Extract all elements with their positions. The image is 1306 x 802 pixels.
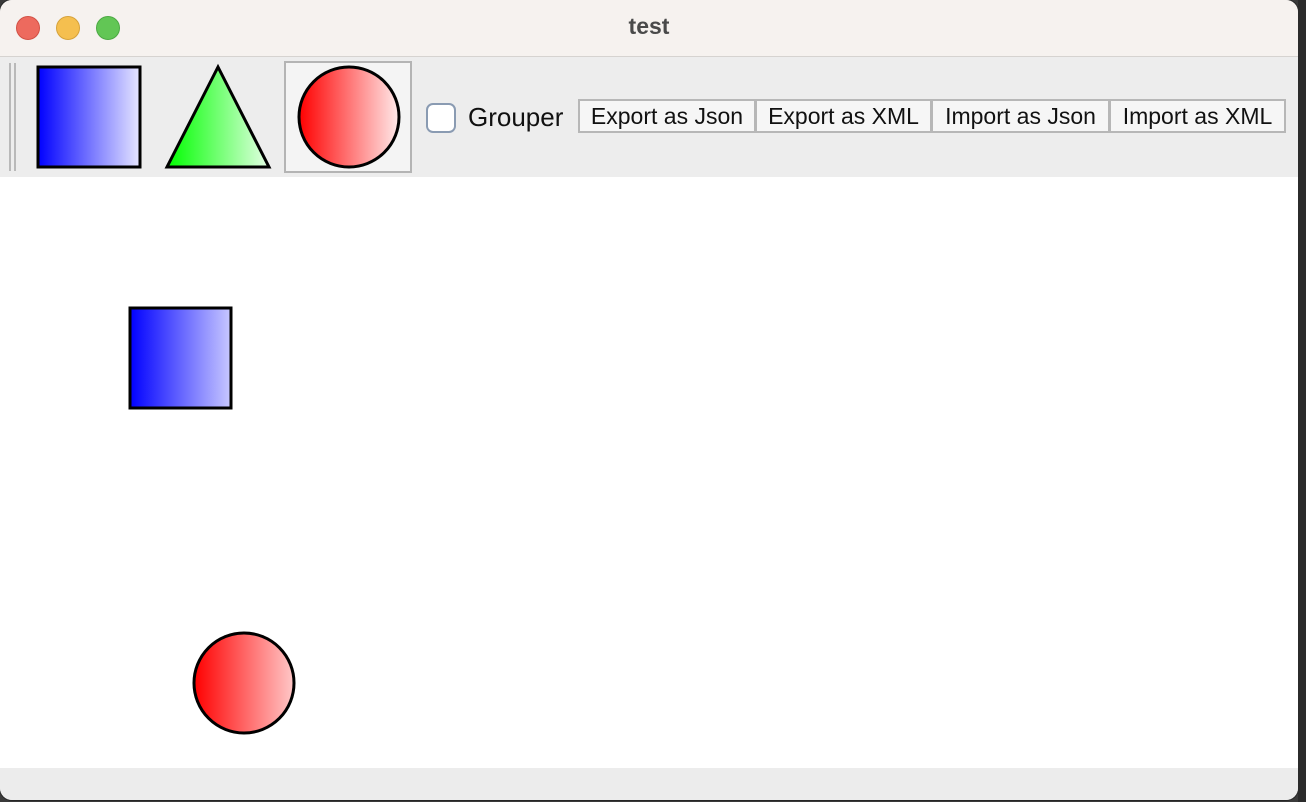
grouper-label: Grouper bbox=[468, 102, 564, 132]
background-window-edge bbox=[1298, 0, 1306, 802]
canvas-circle-shape[interactable] bbox=[192, 631, 296, 735]
import-xml-button[interactable]: Import as XML bbox=[1109, 99, 1286, 133]
circle-tool-button[interactable] bbox=[284, 61, 412, 173]
drawing-canvas[interactable] bbox=[0, 177, 1298, 768]
canvas-shapes bbox=[128, 306, 296, 735]
triangle-tool-button[interactable] bbox=[154, 61, 282, 173]
import-json-button[interactable]: Import as Json bbox=[931, 99, 1110, 133]
green-gradient-triangle-icon bbox=[164, 63, 272, 169]
status-bar bbox=[0, 768, 1298, 800]
title-bar[interactable]: test bbox=[0, 0, 1298, 57]
app-window: test Grouper Export as Json Export as XM… bbox=[0, 0, 1298, 800]
export-json-button[interactable]: Export as Json bbox=[578, 99, 756, 133]
canvas-square-shape[interactable] bbox=[128, 306, 233, 410]
blue-gradient-square-icon bbox=[36, 65, 142, 169]
red-gradient-circle-icon bbox=[297, 65, 401, 169]
window-title: test bbox=[628, 13, 670, 39]
toolbar-drag-handle[interactable] bbox=[9, 63, 16, 171]
toolbar: Grouper Export as Json Export as XML Imp… bbox=[0, 57, 1298, 177]
grouper-checkbox-box[interactable] bbox=[426, 103, 456, 133]
rectangle-tool-button[interactable] bbox=[22, 61, 150, 173]
export-xml-button[interactable]: Export as XML bbox=[755, 99, 932, 133]
